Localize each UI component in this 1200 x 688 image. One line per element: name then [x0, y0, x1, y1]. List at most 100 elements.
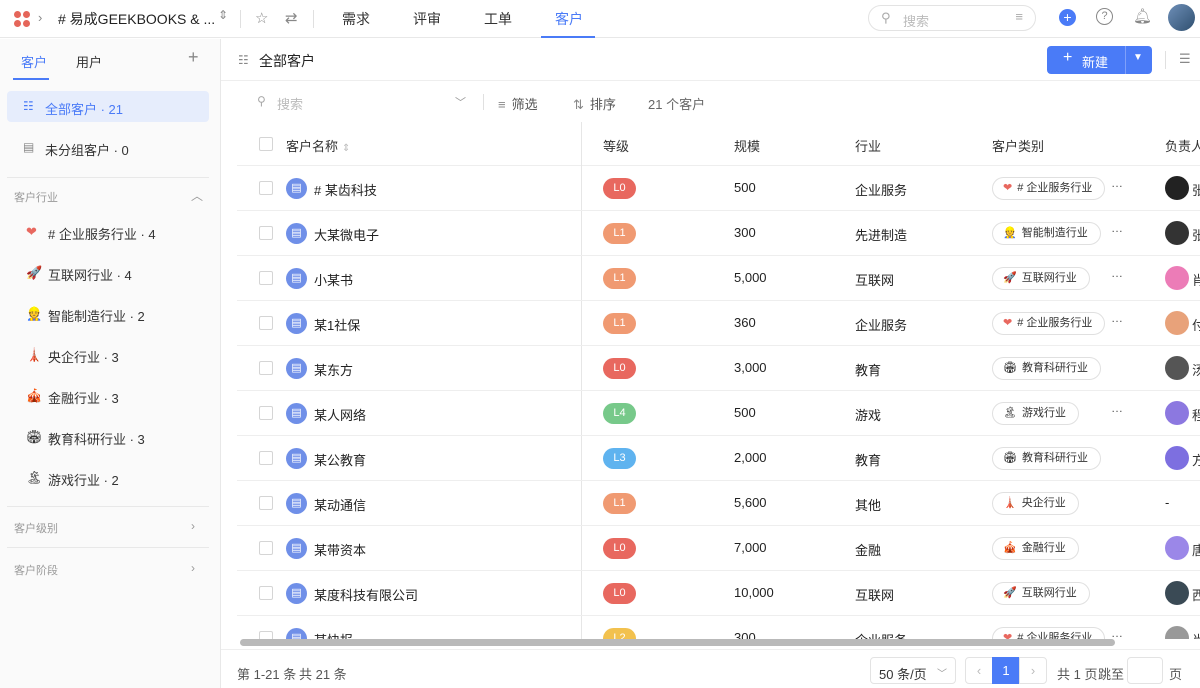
table-search-input[interactable]: 搜索: [277, 94, 303, 113]
customer-name[interactable]: 某快报: [314, 630, 353, 639]
sidebar-item-industry[interactable]: 👷 智能制造行业 · 2: [26, 301, 216, 327]
row-checkbox[interactable]: [259, 631, 273, 639]
customer-name[interactable]: # 某齿科技: [314, 180, 377, 199]
add-group-icon[interactable]: +: [188, 47, 199, 68]
sidebar-item-all-customers[interactable]: ☷ 全部客户 · 21: [7, 91, 209, 122]
sort-button[interactable]: ⇅ 排序: [573, 94, 616, 113]
section-industry-title[interactable]: 客户行业: [14, 189, 58, 205]
tab-requirements[interactable]: 需求: [342, 9, 370, 29]
help-icon[interactable]: ?: [1096, 8, 1113, 25]
row-checkbox[interactable]: [259, 316, 273, 330]
column-header-level[interactable]: 等级: [603, 136, 629, 155]
customer-name[interactable]: 大某微电子: [314, 225, 379, 244]
row-checkbox[interactable]: [259, 496, 273, 510]
page-size-select[interactable]: 50 条/页 ﹀: [870, 657, 956, 684]
section-level-title[interactable]: 客户级别: [14, 520, 58, 536]
prev-page-button[interactable]: ‹: [965, 657, 993, 684]
row-checkbox[interactable]: [259, 271, 273, 285]
global-search-input[interactable]: ⚲ 搜索 ≡: [868, 5, 1036, 31]
chevron-right-icon[interactable]: ›: [191, 561, 195, 575]
more-tags-icon[interactable]: …: [1111, 176, 1123, 190]
sidebar-tab-users[interactable]: 用户: [76, 52, 102, 71]
sidebar-item-industry[interactable]: 🏟 教育科研行业 · 3: [26, 424, 216, 450]
customer-name[interactable]: 某1社保: [314, 315, 360, 334]
category-tag: 🚀 互联网行业: [992, 267, 1090, 290]
more-tags-icon[interactable]: …: [1111, 626, 1123, 639]
row-checkbox[interactable]: [259, 181, 273, 195]
row-checkbox[interactable]: [259, 541, 273, 555]
row-checkbox[interactable]: [259, 361, 273, 375]
row-checkbox[interactable]: [259, 226, 273, 240]
column-header-name[interactable]: 客户名称 ⇕: [286, 136, 350, 155]
table-row[interactable]: ▤ 某带资本 L0 7,000 金融 🎪 金融行业 唐: [237, 526, 1200, 571]
chevron-right-icon[interactable]: ›: [191, 519, 195, 533]
app-logo-icon[interactable]: [14, 11, 30, 27]
more-tags-icon[interactable]: …: [1111, 266, 1123, 280]
switch-arrows-icon[interactable]: ⇄: [285, 9, 298, 27]
industry-value: 游戏: [855, 408, 882, 423]
row-checkbox[interactable]: [259, 586, 273, 600]
filter-button[interactable]: ≡ 筛选: [498, 94, 538, 113]
owner-name: 汤: [1192, 363, 1200, 378]
sidebar-item-ungrouped[interactable]: ▤ 未分组客户 · 0: [7, 132, 209, 163]
table-row[interactable]: ▤ 某人网络 L4 500 游戏 🏝 游戏行业 … 程: [237, 391, 1200, 436]
industry-value: 互联网: [855, 588, 895, 603]
horizontal-scrollbar[interactable]: [240, 639, 1115, 646]
tab-tickets[interactable]: 工单: [484, 9, 512, 29]
tab-customers[interactable]: 客户: [555, 9, 583, 29]
sort-icon[interactable]: ⇕: [342, 143, 350, 154]
next-page-button[interactable]: ›: [1019, 657, 1047, 684]
column-header-category[interactable]: 客户类别: [992, 136, 1044, 155]
table-row[interactable]: ▤ 某1社保 L1 360 企业服务 ❤ # 企业服务行业 … 付: [237, 301, 1200, 346]
jump-label: 跳至: [1098, 667, 1125, 682]
filter-icon[interactable]: ≡: [1015, 9, 1023, 24]
tab-review[interactable]: 评审: [413, 9, 441, 29]
caret-down-icon[interactable]: ▼: [1133, 52, 1143, 63]
customer-name[interactable]: 某东方: [314, 360, 353, 379]
project-name[interactable]: # 易成GEEKBOOKS & ...: [58, 9, 215, 29]
table-row[interactable]: ▤ 某动通信 L1 5,600 其他 🗼 央企行业 -: [237, 481, 1200, 526]
level-badge: L1: [603, 268, 636, 289]
sidebar-tab-customers[interactable]: 客户: [21, 52, 47, 71]
sidebar-item-industry[interactable]: 🎪 金融行业 · 3: [26, 383, 216, 409]
add-icon[interactable]: +: [1059, 9, 1076, 26]
chevron-up-icon[interactable]: ︿: [191, 187, 203, 204]
list-view-icon[interactable]: ☰: [1179, 51, 1191, 67]
select-all-checkbox[interactable]: [259, 137, 273, 151]
column-header-owner[interactable]: 负责人: [1165, 136, 1200, 155]
table-row[interactable]: ▤ 某公教育 L3 2,000 教育 🏟 教育科研行业 方: [237, 436, 1200, 481]
customer-name[interactable]: 某人网络: [314, 405, 366, 424]
column-header-size[interactable]: 规模: [734, 136, 760, 155]
more-tags-icon[interactable]: …: [1111, 311, 1123, 325]
chevron-down-icon[interactable]: ﹀: [455, 94, 466, 110]
sidebar-item-industry[interactable]: 🚀 互联网行业 · 4: [26, 260, 216, 286]
customer-name[interactable]: 某动通信: [314, 495, 366, 514]
customer-name[interactable]: 小某书: [314, 270, 353, 289]
column-header-industry[interactable]: 行业: [855, 136, 881, 155]
sidebar-item-industry[interactable]: ❤ # 企业服务行业 · 4: [26, 219, 216, 245]
more-tags-icon[interactable]: …: [1111, 401, 1123, 415]
customer-name[interactable]: 某带资本: [314, 540, 366, 559]
row-checkbox[interactable]: [259, 451, 273, 465]
bell-icon[interactable]: 🔔︎: [1133, 7, 1152, 25]
owner-avatar: [1165, 581, 1189, 605]
customer-name[interactable]: 某公教育: [314, 450, 366, 469]
table-row[interactable]: ▤ # 某齿科技 L0 500 企业服务 ❤ # 企业服务行业 … 张: [237, 166, 1200, 211]
jump-page-input[interactable]: [1127, 657, 1163, 684]
section-stage-title[interactable]: 客户阶段: [14, 562, 58, 578]
more-tags-icon[interactable]: …: [1111, 221, 1123, 235]
customer-name[interactable]: 某度科技有限公司: [314, 585, 418, 604]
page-button-current[interactable]: 1: [992, 657, 1020, 684]
table-row[interactable]: ▤ 小某书 L1 5,000 互联网 🚀 互联网行业 … 肖: [237, 256, 1200, 301]
star-icon[interactable]: ☆: [255, 9, 268, 27]
table-row[interactable]: ▤ 大某微电子 L1 300 先进制造 👷 智能制造行业 … 张: [237, 211, 1200, 256]
row-checkbox[interactable]: [259, 406, 273, 420]
sidebar-item-industry[interactable]: 🗼 央企行业 · 3: [26, 342, 216, 368]
sidebar-item-industry[interactable]: 🏝 游戏行业 · 2: [26, 465, 216, 491]
table-row[interactable]: ▤ 某度科技有限公司 L0 10,000 互联网 🚀 互联网行业 西: [237, 571, 1200, 616]
project-switch-icon[interactable]: ⇕: [218, 8, 228, 22]
table-row[interactable]: ▤ 某快报 L2 300 企业服务 ❤ # 企业服务行业 … 肖: [237, 616, 1200, 639]
new-button[interactable]: + 新建 ▼: [1047, 46, 1152, 74]
user-avatar[interactable]: [1168, 4, 1195, 31]
table-row[interactable]: ▤ 某东方 L0 3,000 教育 🏟 教育科研行业 汤: [237, 346, 1200, 391]
